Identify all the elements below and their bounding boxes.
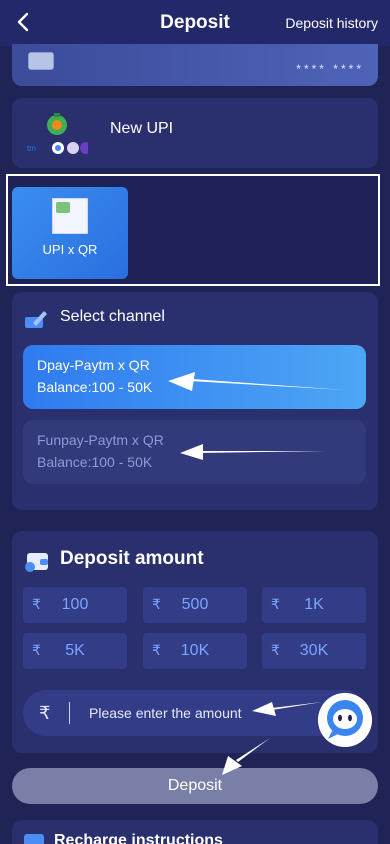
channel-name: Dpay-Paytm x QR	[37, 357, 150, 373]
deposit-button[interactable]: Deposit	[12, 768, 378, 804]
card-number-mask: **** ****	[296, 62, 364, 76]
channel-balance: Balance:100 - 50K	[37, 454, 153, 470]
recharge-instructions-panel: Recharge instructions	[12, 820, 378, 844]
quick-amount-1k[interactable]: ₹ 1K	[262, 587, 366, 623]
recharge-instructions-title: Recharge instructions	[54, 832, 223, 844]
quick-amount-value: 100	[61, 596, 89, 613]
quick-amount-value: 1K	[304, 596, 324, 613]
channel-name: Funpay-Paytm x QR	[37, 432, 164, 448]
header: Deposit Deposit history	[0, 0, 390, 46]
card-chip-icon	[28, 52, 54, 70]
quick-amount-500[interactable]: ₹ 500	[143, 587, 247, 623]
payment-method-selector: UPI x QR	[6, 174, 380, 286]
upi-qr-method-label: UPI x QR	[42, 242, 98, 257]
quick-amount-value: 500	[181, 596, 209, 613]
quick-amount-value: 10K	[180, 642, 210, 659]
upi-qr-method-tile[interactable]: UPI x QR	[12, 187, 128, 279]
quick-amount-value: 30K	[299, 642, 329, 659]
new-upi-option[interactable]: tm New UPI	[12, 98, 378, 168]
quick-amount-100[interactable]: ₹ 100	[23, 587, 127, 623]
amount-input-field[interactable]: ₹	[23, 690, 366, 736]
quick-amount-10k[interactable]: ₹ 10K	[143, 633, 247, 669]
bank-card: **** ****	[12, 44, 378, 86]
input-divider	[69, 702, 70, 724]
quick-amount-value: 5K	[65, 642, 85, 659]
select-channel-title: Select channel	[60, 308, 165, 325]
chat-support-icon[interactable]	[318, 693, 372, 747]
new-upi-label: New UPI	[110, 120, 174, 137]
broken-image-icon	[52, 198, 88, 234]
channel-balance: Balance:100 - 50K	[37, 379, 153, 395]
amount-input[interactable]	[89, 690, 309, 736]
rupee-icon: ₹	[39, 703, 51, 723]
document-icon	[24, 834, 44, 844]
wallet-icon	[25, 553, 48, 572]
card-pen-icon	[25, 311, 47, 328]
channel-option-dpay[interactable]: Dpay-Paytm x QR Balance:100 - 50K	[23, 345, 366, 409]
deposit-history-link[interactable]: Deposit history	[285, 15, 378, 31]
deposit-amount-title: Deposit amount	[60, 548, 204, 569]
select-channel-panel: Select channel Dpay-Paytm x QR Balance:1…	[12, 292, 378, 510]
channel-option-funpay[interactable]: Funpay-Paytm x QR Balance:100 - 50K	[23, 420, 366, 484]
quick-amount-30k[interactable]: ₹ 30K	[262, 633, 366, 669]
quick-amount-5k[interactable]: ₹ 5K	[23, 633, 127, 669]
upi-apps-icon: tm	[27, 113, 88, 154]
svg-text:tm: tm	[27, 144, 36, 153]
